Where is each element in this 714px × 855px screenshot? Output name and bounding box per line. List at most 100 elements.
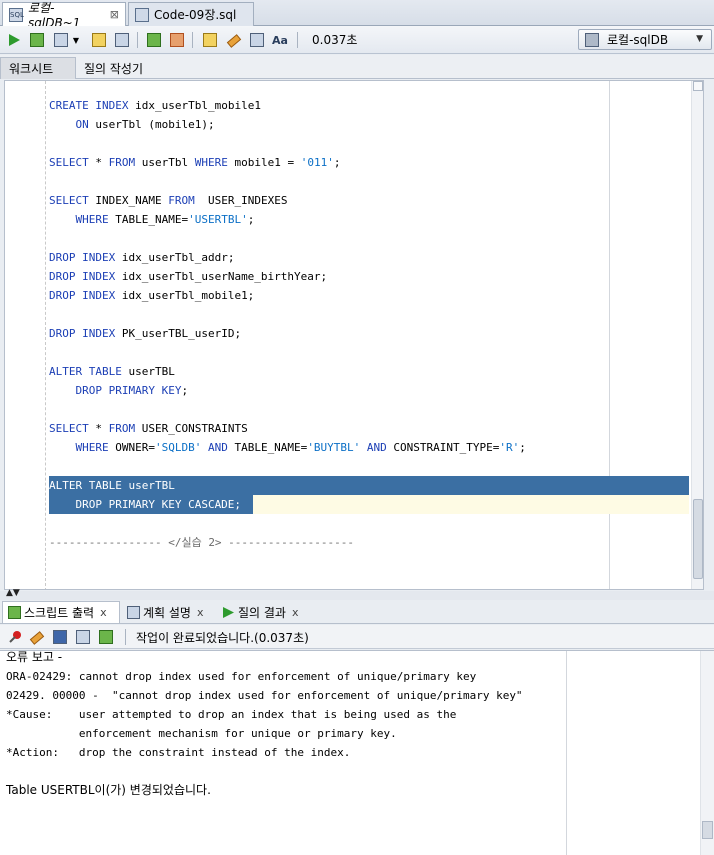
code-line: WHERE TABLE_NAME='USERTBL'; xyxy=(49,210,254,229)
code-token: INDEX_NAME xyxy=(88,194,169,207)
code-token: 'SQLDB' xyxy=(154,441,202,454)
code-token: * xyxy=(88,156,109,169)
sql-worksheet-icon: SQL xyxy=(9,7,24,22)
fold-guide xyxy=(45,81,46,589)
tab-worksheet[interactable]: SQL 로컬-sqlDB~1 ⊠ xyxy=(2,1,126,30)
code-token: 'R' xyxy=(499,441,520,454)
code-token: AND xyxy=(366,441,387,454)
script-output-area[interactable]: 오류 보고 - ORA-02429: cannot drop index used… xyxy=(0,650,714,855)
history-button[interactable] xyxy=(247,30,267,50)
code-token: WHERE xyxy=(49,213,109,226)
sql-editor[interactable]: CREATE INDEX idx_userTbl_mobile1 ON user… xyxy=(4,80,704,590)
rollback-button[interactable] xyxy=(167,30,187,50)
close-icon[interactable]: ⊠ xyxy=(110,8,119,21)
case-icon: Aa xyxy=(272,33,288,47)
autotrace-dropdown[interactable]: ▼ xyxy=(70,30,82,50)
code-token: idx_userTbl_addr; xyxy=(115,251,235,264)
worksheet-subtabs: 워크시트 질의 작성기 xyxy=(0,55,714,79)
scroll-up-arrow[interactable] xyxy=(693,81,703,91)
code-line: DROP INDEX idx_userTbl_userName_birthYea… xyxy=(49,267,327,286)
code-token: idx_userTbl_mobile1 xyxy=(128,99,261,112)
format-case-button[interactable]: Aa xyxy=(270,30,290,50)
tab-worksheet-view[interactable]: 워크시트 xyxy=(0,57,76,79)
tab-query-result[interactable]: 질의 결과 x xyxy=(217,601,309,623)
code-token: * xyxy=(88,422,109,435)
code-token: FROM xyxy=(108,422,136,435)
tab-code-file-label: Code-09장.sql xyxy=(154,8,237,22)
code-token: WHERE xyxy=(194,156,228,169)
code-token: CONSTRAINT_TYPE= xyxy=(386,441,500,454)
code-token: mobile1 = xyxy=(227,156,301,169)
autotrace-button[interactable] xyxy=(51,30,71,50)
code-token: CREATE INDEX xyxy=(49,99,129,112)
run-script-button[interactable] xyxy=(27,30,47,50)
close-icon[interactable]: x xyxy=(292,606,299,619)
explain-icon xyxy=(92,33,106,47)
clear-output-button[interactable] xyxy=(27,627,47,647)
save-output-button[interactable] xyxy=(50,627,70,647)
code-token: PK_userTBL_userID; xyxy=(115,327,242,340)
script-icon xyxy=(30,33,44,47)
code-token: userTbl (mobile1); xyxy=(88,118,215,131)
code-line: ALTER TABLE userTBL xyxy=(49,362,175,381)
tab-query-builder[interactable]: 질의 작성기 xyxy=(76,57,166,79)
print-output-button[interactable] xyxy=(73,627,93,647)
pin-icon xyxy=(9,631,21,643)
sql-tuning-button[interactable] xyxy=(112,30,132,50)
code-token: SELECT xyxy=(49,422,89,435)
tab-query-builder-label: 질의 작성기 xyxy=(84,61,144,76)
toolbar-separator xyxy=(125,629,126,645)
code-token: USER_CONSTRAINTS xyxy=(135,422,248,435)
script-output-icon xyxy=(8,606,21,619)
play-icon xyxy=(223,606,234,618)
output-scrollbar[interactable] xyxy=(700,651,714,855)
chevron-down-icon: ▼ xyxy=(72,35,80,45)
output-line: 02429. 00000 - "cannot drop index used f… xyxy=(6,689,523,702)
panel-splitter[interactable]: ▲▼ xyxy=(0,588,714,600)
code-line: DROP INDEX idx_userTbl_addr; xyxy=(49,248,234,267)
code-line: ALTER TABLE userTBL xyxy=(49,476,175,495)
output-line: *Action: drop the constraint instead of … xyxy=(6,746,351,759)
code-token: ; xyxy=(333,156,341,169)
unshared-sql-button[interactable] xyxy=(200,30,220,50)
tab-code-file[interactable]: Code-09장.sql xyxy=(128,2,254,26)
clear-button[interactable] xyxy=(224,30,244,50)
commit-button[interactable] xyxy=(144,30,164,50)
scrollbar-thumb[interactable] xyxy=(702,821,713,839)
code-token: FROM xyxy=(168,194,195,207)
code-token: OWNER= xyxy=(108,441,155,454)
code-token: DROP INDEX xyxy=(49,251,116,264)
collapse-arrows-icon[interactable]: ▲▼ xyxy=(6,588,20,598)
code-token: DROP INDEX xyxy=(49,327,116,340)
history-icon xyxy=(250,33,264,47)
pin-button[interactable] xyxy=(5,627,25,647)
code-line: ----------------- </실습 2> --------------… xyxy=(49,533,354,552)
sql-file-icon xyxy=(135,7,149,22)
code-line: DROP INDEX PK_userTBL_userID; xyxy=(49,324,241,343)
code-token: TABLE_NAME= xyxy=(227,441,308,454)
output-line: enforcement mechanism for unique or prim… xyxy=(6,727,397,740)
scrollbar-thumb[interactable] xyxy=(693,499,703,579)
run-statement-button[interactable] xyxy=(4,30,24,50)
connection-select[interactable]: 로컬-sqlDB ▼ xyxy=(578,29,712,50)
explain-plan-button[interactable] xyxy=(89,30,109,50)
eraser-icon xyxy=(29,631,45,645)
close-icon[interactable]: x xyxy=(100,606,107,619)
commit-icon xyxy=(147,33,161,47)
tab-script-output[interactable]: 스크립트 출력 x xyxy=(2,601,120,623)
open-output-button[interactable] xyxy=(96,627,116,647)
code-token: SELECT xyxy=(49,194,89,207)
close-icon[interactable]: x xyxy=(197,606,204,619)
code-token: userTBL xyxy=(121,365,175,378)
tuning-icon xyxy=(115,33,129,47)
editor-scrollbar[interactable] xyxy=(691,81,703,589)
code-token: ; xyxy=(247,213,255,226)
code-token: TABLE_NAME= xyxy=(108,213,189,226)
code-token: ALTER TABLE xyxy=(49,365,122,378)
code-line: SELECT * FROM USER_CONSTRAINTS xyxy=(49,419,248,438)
explain-plan-icon xyxy=(127,605,140,619)
tab-explain-plan[interactable]: 계획 설명 x xyxy=(122,601,216,623)
eraser-icon xyxy=(226,34,242,48)
output-status: 작업이 완료되었습니다.(0.037초) xyxy=(136,631,309,645)
